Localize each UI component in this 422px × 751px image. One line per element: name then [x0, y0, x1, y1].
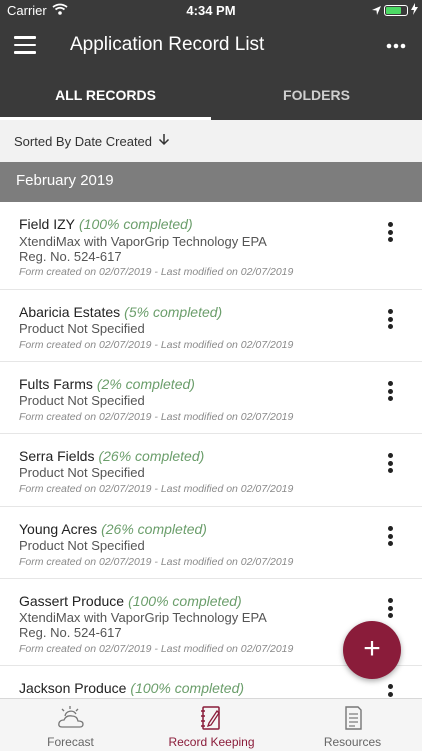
- clock-time: 4:34 PM: [186, 3, 236, 18]
- document-icon: [345, 706, 362, 730]
- record-title: Jackson Produce (100% completed): [19, 680, 244, 696]
- sort-control[interactable]: Sorted By Date Created: [0, 120, 422, 163]
- record-progress: (5% completed): [124, 304, 223, 320]
- record-meta: Form created on 02/07/2019 - Last modifi…: [19, 411, 294, 423]
- record-title: Gassert Produce (100% completed): [19, 593, 242, 609]
- record-progress: (100% completed): [128, 593, 242, 609]
- record-progress: (26% completed): [98, 448, 205, 464]
- tab-all-records[interactable]: ALL RECORDS: [0, 70, 211, 120]
- record-product-reg: Reg. No. 524-617: [19, 249, 122, 264]
- more-vertical-icon[interactable]: [388, 526, 394, 549]
- record-product: Product Not Specified: [19, 393, 145, 408]
- notebook-pen-icon: [201, 706, 220, 730]
- record-progress: (100% completed): [79, 216, 193, 232]
- record-item[interactable]: Fults Farms (2% completed) Product Not Sp…: [0, 362, 422, 434]
- record-item[interactable]: Field IZY (100% completed) XtendiMax with…: [0, 202, 422, 290]
- location-arrow-icon: [371, 4, 382, 19]
- more-vertical-icon[interactable]: [388, 222, 394, 245]
- charging-bolt-icon: [411, 3, 418, 18]
- record-meta: Form created on 02/07/2019 - Last modifi…: [19, 266, 294, 278]
- record-product: Product Not Specified: [19, 538, 145, 553]
- record-item[interactable]: Abaricia Estates (5% completed) Product N…: [0, 290, 422, 362]
- record-meta: Form created on 02/07/2019 - Last modifi…: [19, 339, 294, 351]
- record-meta: Form created on 02/07/2019 - Last modifi…: [19, 556, 294, 568]
- record-name: Field IZY: [19, 216, 76, 232]
- more-vertical-icon[interactable]: [388, 381, 394, 404]
- more-vertical-icon[interactable]: [388, 684, 394, 698]
- nav-forecast-label: Forecast: [47, 735, 94, 749]
- record-title: Field IZY (100% completed): [19, 216, 193, 232]
- more-vertical-icon[interactable]: [388, 309, 394, 332]
- record-name: Fults Farms: [19, 376, 93, 392]
- more-options-icon[interactable]: [386, 32, 406, 55]
- battery-icon: [384, 5, 408, 16]
- record-item[interactable]: Serra Fields (26% completed) Product Not …: [0, 434, 422, 507]
- record-meta: Form created on 02/07/2019 - Last modifi…: [19, 643, 294, 655]
- record-name: Serra Fields: [19, 448, 95, 464]
- hamburger-menu-icon[interactable]: [14, 36, 36, 54]
- tab-folders[interactable]: FOLDERS: [211, 70, 422, 120]
- plus-icon: +: [363, 632, 381, 665]
- more-vertical-icon[interactable]: [388, 453, 394, 476]
- record-title: Abaricia Estates (5% completed): [19, 304, 222, 320]
- record-title: Young Acres (26% completed): [19, 521, 207, 537]
- nav-record-keeping-label: Record Keeping: [168, 735, 255, 749]
- page-title: Application Record List: [70, 34, 265, 55]
- record-product: Product Not Specified: [19, 465, 145, 480]
- record-name: Young Acres: [19, 521, 98, 537]
- sort-label: Sorted By Date Created: [14, 134, 153, 149]
- record-product: XtendiMax with VaporGrip Technology EPA: [19, 234, 267, 249]
- record-meta: Form created on 02/07/2019 - Last modifi…: [19, 483, 294, 495]
- bottom-navigation: Forecast Record Keeping Resources: [0, 698, 422, 751]
- record-item[interactable]: Young Acres (26% completed) Product Not S…: [0, 507, 422, 579]
- cloud-sun-icon: [58, 706, 84, 728]
- record-title: Serra Fields (26% completed): [19, 448, 204, 464]
- record-product-reg: Reg. No. 524-617: [19, 625, 122, 640]
- record-name: Abaricia Estates: [19, 304, 121, 320]
- record-name: Gassert Produce: [19, 593, 125, 609]
- record-product: XtendiMax with VaporGrip Technology EPA: [19, 610, 267, 625]
- record-progress: (26% completed): [101, 521, 207, 537]
- section-label: February 2019: [16, 172, 114, 189]
- nav-record-keeping[interactable]: Record Keeping: [141, 699, 282, 751]
- nav-forecast[interactable]: Forecast: [0, 699, 141, 751]
- tab-bar: ALL RECORDS FOLDERS: [0, 70, 422, 120]
- add-record-button[interactable]: +: [343, 621, 401, 679]
- record-product: Product Not Specified: [19, 321, 145, 336]
- arrow-down-icon: [158, 133, 170, 149]
- status-bar: Carrier 4:34 PM: [0, 0, 422, 22]
- record-name: Jackson Produce: [19, 680, 127, 696]
- record-progress: (100% completed): [130, 680, 245, 696]
- record-title: Fults Farms (2% completed): [19, 376, 195, 392]
- month-section-header: February 2019: [0, 162, 422, 202]
- nav-resources-label: Resources: [323, 735, 382, 749]
- more-vertical-icon[interactable]: [388, 598, 394, 621]
- nav-resources[interactable]: Resources: [282, 699, 422, 751]
- app-bar: Application Record List: [0, 22, 422, 70]
- record-progress: (2% completed): [96, 376, 195, 392]
